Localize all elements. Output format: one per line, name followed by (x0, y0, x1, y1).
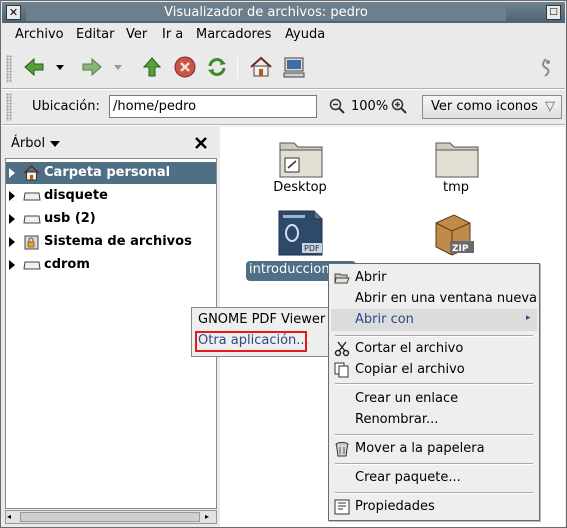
context-item-mover-papelera[interactable]: Mover a la papelera (355, 441, 485, 456)
open-with-submenu: GNOME PDF Viewer Otra aplicación... (191, 307, 329, 357)
folder-icon[interactable] (432, 137, 482, 181)
location-input[interactable]: /home/pedro (109, 95, 317, 118)
window-title: Visualizador de archivos: pedro (26, 4, 506, 21)
maximize-icon[interactable]: □ (546, 5, 561, 20)
file-label[interactable]: Desktop (265, 180, 335, 195)
cut-icon (334, 341, 350, 357)
sidebar-item-label: cdrom (44, 257, 90, 272)
expander-icon[interactable] (9, 191, 15, 201)
zoom-out-icon[interactable] (329, 98, 345, 114)
zoom-level[interactable]: 100% (351, 99, 388, 114)
sidebar-item-carpeta-personal[interactable]: Carpeta personal (6, 162, 216, 184)
view-as-select[interactable]: Ver como iconos ▽ (422, 95, 562, 119)
location-bar: Ubicación: /home/pedro 100% Ver como ico… (5, 89, 563, 123)
forward-icon[interactable] (79, 54, 105, 80)
context-item-renombrar[interactable]: Renombrar... (355, 412, 438, 427)
sidebar-item-label: disquete (44, 188, 108, 203)
stop-icon[interactable] (172, 54, 198, 80)
menu-separator (335, 383, 533, 385)
sidebar-item-usb[interactable]: usb (2) (6, 208, 216, 230)
context-item-cortar[interactable]: Cortar el archivo (355, 341, 463, 356)
context-item-crear-enlace[interactable]: Crear un enlace (355, 391, 458, 406)
expander-icon[interactable] (9, 260, 15, 270)
svg-text:ZIP: ZIP (452, 244, 469, 254)
location-label: Ubicación: (32, 99, 100, 114)
menu-archivo[interactable]: Archivo (15, 27, 64, 43)
throbber-icon (542, 58, 550, 77)
properties-icon (334, 499, 350, 515)
reload-icon[interactable] (204, 54, 230, 80)
forward-dropdown-icon[interactable] (111, 54, 125, 80)
chevron-down-icon: ▽ (545, 99, 555, 114)
expander-icon[interactable] (9, 237, 15, 247)
sidebar-item-label: Carpeta personal (44, 165, 171, 180)
sidebar-horizontal-scrollbar[interactable]: ◂ ▸ (5, 510, 217, 524)
sidebar-header: Árbol (5, 129, 215, 157)
submenu-item-gnome-pdf-viewer[interactable]: GNOME PDF Viewer (198, 312, 325, 327)
svg-text:PDF: PDF (304, 244, 320, 253)
drive-icon (23, 215, 41, 224)
file-label[interactable]: tmp (423, 180, 489, 195)
zoom-in-icon[interactable] (391, 98, 407, 114)
scroll-right-icon[interactable]: ▸ (205, 512, 215, 522)
sidebar-item-label: usb (2) (44, 211, 96, 226)
menu-separator (335, 335, 533, 337)
scroll-left-icon[interactable]: ◂ (7, 512, 17, 522)
title-bar[interactable]: ✕ Visualizador de archivos: pedro □ (2, 2, 565, 23)
computer-icon[interactable] (281, 54, 307, 80)
up-icon[interactable] (139, 54, 165, 80)
open-folder-icon (334, 273, 350, 284)
context-item-propiedades[interactable]: Propiedades (355, 499, 435, 514)
expander-icon[interactable] (9, 214, 15, 224)
zip-file-icon[interactable]: ZIP (430, 211, 476, 259)
copy-icon (334, 362, 349, 378)
menu-marcadores[interactable]: Marcadores (196, 27, 271, 43)
pdf-file-icon[interactable]: PDF (276, 209, 326, 259)
annotation-highlight-box (195, 331, 307, 352)
locationbar-divider (2, 124, 565, 126)
scrollbar-thumb[interactable] (20, 512, 200, 522)
home-icon[interactable] (248, 54, 274, 80)
menu-ir-a[interactable]: Ir a (162, 27, 183, 43)
home-icon (23, 165, 40, 181)
sidebar-dropdown-icon[interactable] (50, 141, 60, 148)
sidebar-item-sistema-de-archivos[interactable]: Sistema de archivos (6, 231, 216, 253)
drive-icon (23, 261, 41, 270)
back-icon[interactable] (21, 54, 47, 80)
menu-separator (335, 463, 533, 465)
expander-icon[interactable] (9, 168, 15, 178)
context-item-abrir-ventana-nueva[interactable]: Abrir en una ventana nueva (355, 291, 537, 306)
sidebar-item-label: Sistema de archivos (44, 234, 192, 249)
menu-separator (335, 434, 533, 436)
sidebar-title[interactable]: Árbol (11, 136, 45, 151)
sidebar-item-disquete[interactable]: disquete (6, 185, 216, 207)
drive-icon (23, 192, 41, 201)
submenu-arrow-icon: ▸ (526, 313, 531, 323)
toolbar (5, 51, 563, 87)
file-manager-window: ✕ Visualizador de archivos: pedro □ Arch… (0, 0, 567, 528)
context-item-copiar[interactable]: Copiar el archivo (355, 362, 465, 377)
menu-ayuda[interactable]: Ayuda (285, 27, 325, 43)
context-item-crear-paquete[interactable]: Crear paquete... (355, 470, 461, 485)
view-as-label: Ver como iconos (431, 99, 538, 114)
close-sidebar-icon[interactable] (195, 137, 207, 149)
back-dropdown-icon[interactable] (53, 54, 67, 80)
context-item-abrir[interactable]: Abrir (355, 270, 386, 285)
sidebar-item-cdrom[interactable]: cdrom (6, 254, 216, 276)
toolbar-separator (237, 57, 238, 79)
close-icon[interactable]: ✕ (6, 5, 21, 20)
context-menu: Abrir Abrir en una ventana nueva Abrir c… (328, 263, 540, 521)
trash-icon (335, 442, 349, 457)
menu-separator (335, 492, 533, 494)
menu-editar[interactable]: Editar (76, 27, 115, 43)
context-item-abrir-con[interactable]: Abrir con (355, 312, 414, 327)
menu-ver[interactable]: Ver (126, 27, 147, 43)
folder-icon[interactable] (276, 137, 326, 181)
filesystem-icon (24, 235, 39, 250)
sidebar-tree: Carpeta personal disquete usb (2) Sistem… (5, 158, 217, 509)
